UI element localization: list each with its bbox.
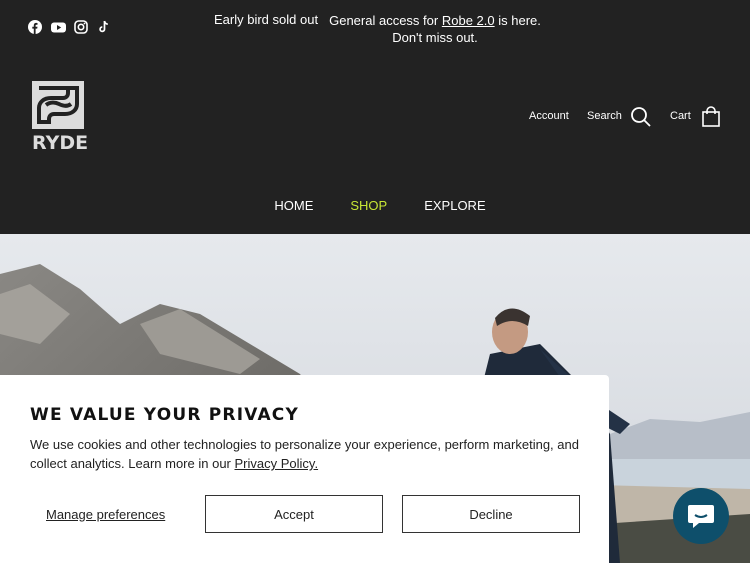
tiktok-icon[interactable] bbox=[97, 20, 111, 34]
nav-explore[interactable]: EXPLORE bbox=[424, 198, 485, 221]
accept-button[interactable]: Accept bbox=[205, 495, 383, 533]
shopping-bag-icon[interactable] bbox=[702, 106, 720, 132]
cookie-banner: WE VALUE YOUR PRIVACY We use cookies and… bbox=[0, 375, 609, 563]
decline-button[interactable]: Decline bbox=[402, 495, 580, 533]
announcement-prefix: General access for bbox=[329, 13, 439, 28]
search-icon[interactable] bbox=[630, 106, 652, 133]
main-nav: HOME SHOP EXPLORE bbox=[0, 198, 750, 242]
youtube-icon[interactable] bbox=[51, 20, 66, 34]
announcement-general-access: General access for Robe 2.0 is here. Don… bbox=[320, 12, 550, 46]
site-header: RYDE Account Search Cart HOME SHOP EXPLO… bbox=[0, 50, 750, 242]
chat-icon bbox=[687, 503, 715, 534]
cart-link[interactable]: Cart bbox=[670, 110, 691, 122]
facebook-icon[interactable] bbox=[28, 20, 42, 34]
nav-home[interactable]: HOME bbox=[274, 198, 314, 242]
privacy-policy-link[interactable]: Privacy Policy. bbox=[235, 456, 319, 471]
manage-preferences-button[interactable]: Manage preferences bbox=[46, 507, 165, 522]
account-link[interactable]: Account bbox=[529, 110, 569, 122]
search-link[interactable]: Search bbox=[587, 110, 622, 122]
instagram-icon[interactable] bbox=[74, 20, 88, 34]
logo-mark-icon bbox=[32, 81, 84, 129]
site-logo[interactable]: RYDE bbox=[32, 81, 89, 154]
nav-shop[interactable]: SHOP bbox=[350, 198, 387, 221]
cookie-description: We use cookies and other technologies to… bbox=[30, 435, 590, 473]
logo-text: RYDE bbox=[32, 132, 89, 154]
robe-link[interactable]: Robe 2.0 bbox=[442, 13, 495, 28]
announcement-bar: Early bird sold out General access for R… bbox=[0, 0, 750, 50]
cookie-title: WE VALUE YOUR PRIVACY bbox=[30, 405, 299, 425]
announcement-early-bird: Early bird sold out bbox=[214, 12, 319, 27]
social-links bbox=[28, 20, 111, 34]
chat-launcher[interactable] bbox=[673, 488, 729, 544]
